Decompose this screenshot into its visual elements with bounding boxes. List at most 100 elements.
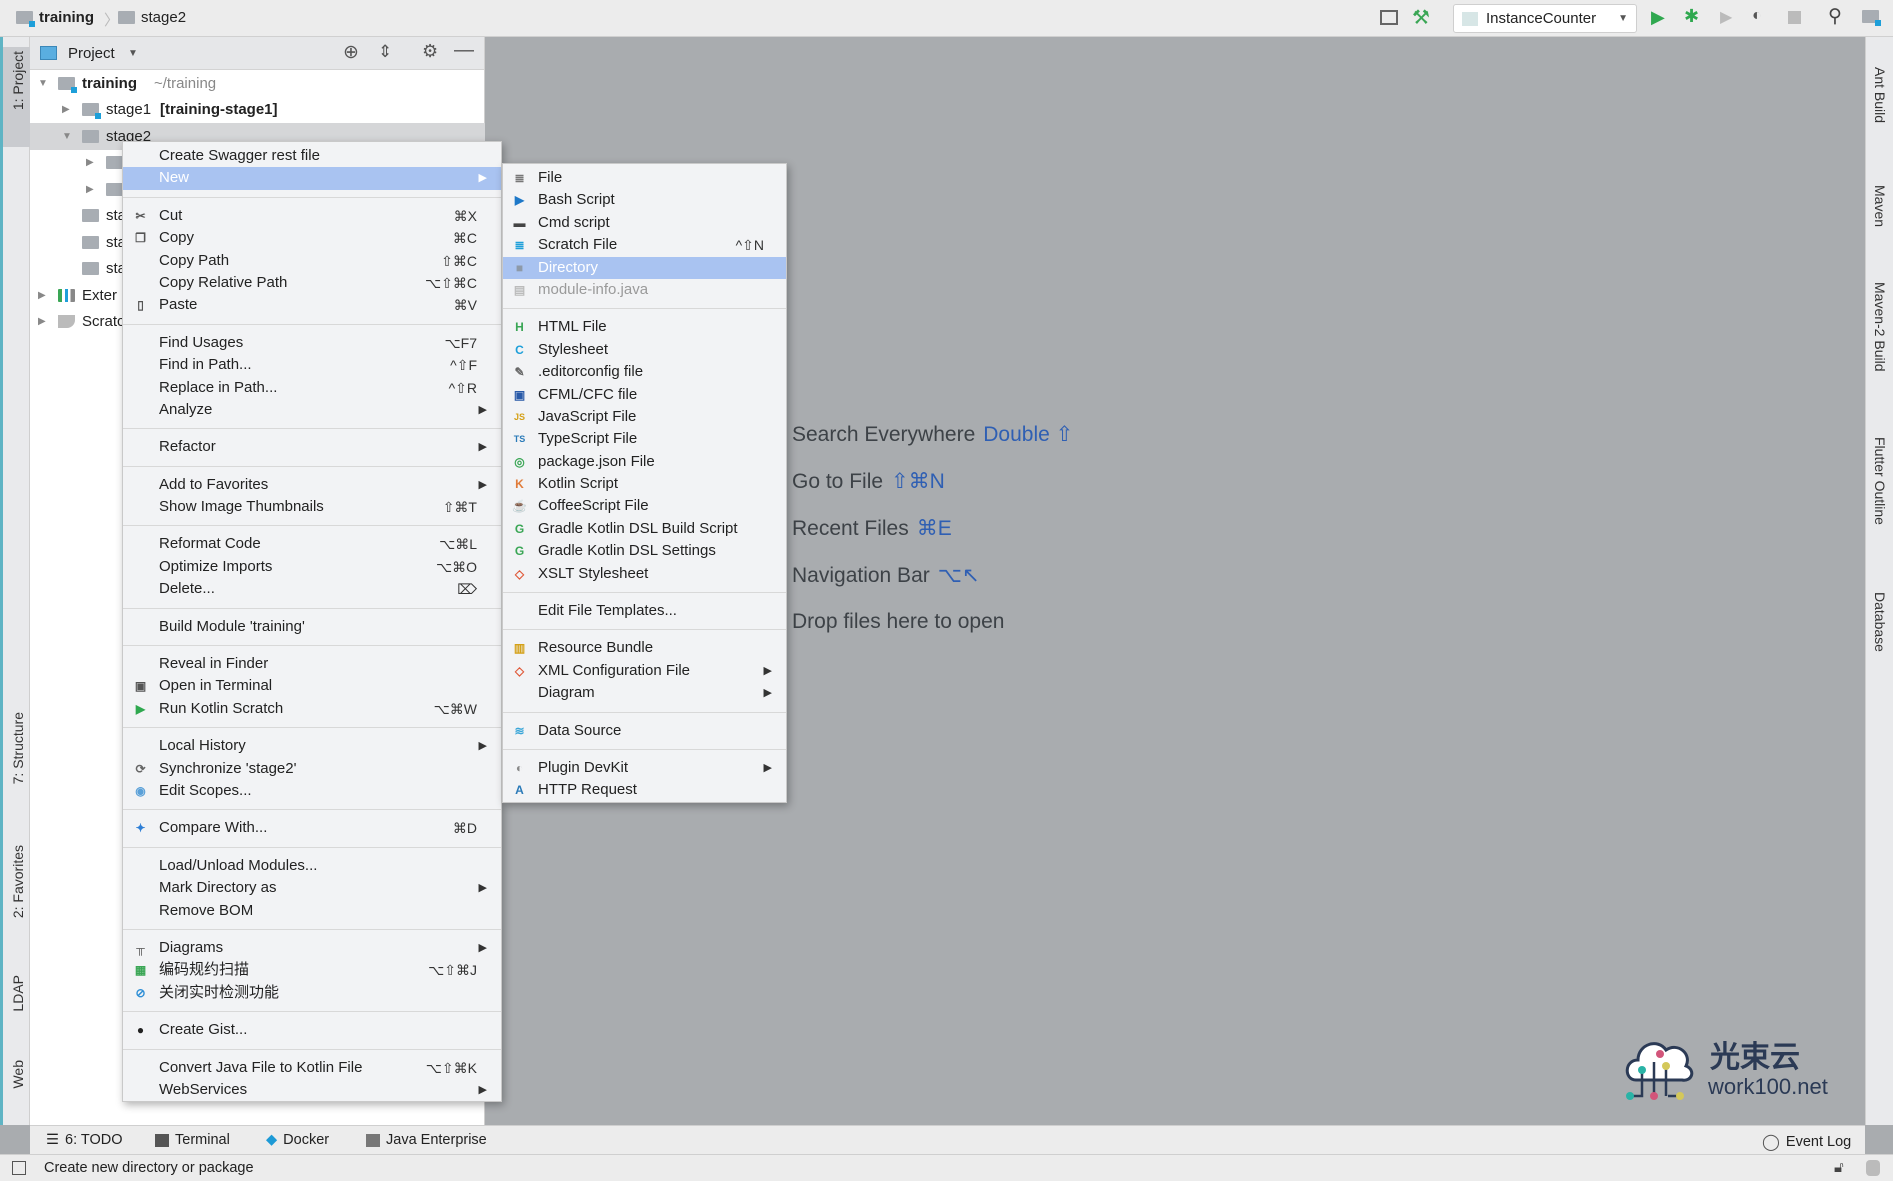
menu-item-javascript-file[interactable]: JS JavaScript File [503, 406, 786, 428]
menu-item-cut[interactable]: ✂ Cut ⌘X [123, 205, 501, 227]
inspector-icon[interactable] [1866, 1160, 1880, 1176]
menu-item-paste[interactable]: ▯ Paste ⌘V [123, 294, 501, 316]
breadcrumb-training[interactable]: training [16, 9, 94, 27]
menu-item-add-to-favorites[interactable]: Add to Favorites ▶ [123, 474, 501, 496]
menu-item-typescript-file[interactable]: TS TypeScript File [503, 428, 786, 450]
tool-project[interactable]: 1: Project [10, 51, 26, 110]
tool-flutter-outline[interactable]: Flutter Outline [1872, 437, 1888, 525]
menu-item-plugin-devkit[interactable]: ◐ Plugin DevKit ▶ [503, 757, 786, 779]
tool-terminal[interactable]: Terminal [155, 1132, 230, 1148]
run-config-select[interactable]: InstanceCounter ▼ [1453, 4, 1637, 33]
menu-item-http-request[interactable]: A HTTP Request [503, 779, 786, 801]
menu-item[interactable]: ⊘ 关闭实时检测功能 [123, 982, 501, 1004]
menu-item-open-in-terminal[interactable]: ▣ Open in Terminal [123, 675, 501, 697]
hide-panel-icon[interactable]: — [454, 39, 474, 62]
lock-icon[interactable]: 🔓︎ [1834, 1159, 1844, 1176]
event-log-button[interactable]: ◯ Event Log [1762, 1132, 1851, 1152]
menu-item-diagrams[interactable]: ╥ Diagrams ▶ [123, 937, 501, 959]
menu-item-build-module-training[interactable]: Build Module 'training' [123, 616, 501, 638]
breadcrumb-stage2[interactable]: stage2 [118, 9, 186, 26]
menu-item-cmd-script[interactable]: ▬ Cmd script [503, 212, 786, 234]
menu-item-cfml-cfc-file[interactable]: ▣ CFML/CFC file [503, 384, 786, 406]
menu-item-create-swagger-rest-file[interactable]: Create Swagger rest file [123, 145, 501, 167]
menu-item-gradle-kotlin-dsl-build-script[interactable]: G Gradle Kotlin DSL Build Script [503, 518, 786, 540]
search-icon[interactable]: ⚲ [1828, 5, 1842, 28]
collapse-all-icon[interactable]: ⇕ [378, 42, 392, 62]
tree-node[interactable]: ▼ training ~/training [30, 70, 485, 97]
menu-item[interactable]: ▦ 编码规约扫描 ⌥⇧⌘J [123, 959, 501, 981]
menu-item-analyze[interactable]: Analyze ▶ [123, 399, 501, 421]
menu-item-optimize-imports[interactable]: Optimize Imports ⌥⌘O [123, 556, 501, 578]
menu-item-xslt-stylesheet[interactable]: ◇ XSLT Stylesheet [503, 563, 786, 585]
chevron-down-icon[interactable]: ▼ [128, 48, 138, 59]
menu-item-delete[interactable]: Delete... ⌦ [123, 578, 501, 600]
tool-structure[interactable]: 7: Structure [10, 712, 26, 784]
menu-item-create-gist[interactable]: ● Create Gist... [123, 1019, 501, 1041]
project-structure-icon[interactable] [1862, 10, 1881, 27]
collapsed-arrow-icon[interactable]: ▶ [38, 316, 46, 327]
stop-icon[interactable] [1788, 11, 1801, 24]
menu-item-kotlin-script[interactable]: K Kotlin Script [503, 473, 786, 495]
debug-icon[interactable]: ✱ [1684, 6, 1699, 27]
menu-item-coffeescript-file[interactable]: ☕ CoffeeScript File [503, 495, 786, 517]
collapsed-arrow-icon[interactable]: ▶ [86, 184, 94, 195]
tool-todo[interactable]: ☰ 6: TODO [46, 1132, 122, 1148]
menu-item-module-info-java[interactable]: ▤ module-info.java [503, 279, 786, 301]
menu-item-run-kotlin-scratch[interactable]: ▶ Run Kotlin Scratch ⌥⌘W [123, 698, 501, 720]
tool-docker[interactable]: ◆ Docker [266, 1132, 329, 1148]
menu-item-diagram[interactable]: Diagram ▶ [503, 682, 786, 704]
menu-item-remove-bom[interactable]: Remove BOM [123, 900, 501, 922]
tool-web[interactable]: Web [10, 1060, 26, 1089]
menu-item-local-history[interactable]: Local History ▶ [123, 735, 501, 757]
collapsed-arrow-icon[interactable]: ▶ [86, 157, 94, 168]
menu-item-scratch-file[interactable]: ≣ Scratch File ^⇧N [503, 234, 786, 256]
menu-item-stylesheet[interactable]: C Stylesheet [503, 339, 786, 361]
tool-ldap[interactable]: LDAP [10, 975, 26, 1012]
menu-item-file[interactable]: ≣ File [503, 167, 786, 189]
menu-item-mark-directory-as[interactable]: Mark Directory as ▶ [123, 877, 501, 899]
menu-item-data-source[interactable]: ≋ Data Source [503, 720, 786, 742]
toggle-tool-windows-icon[interactable] [12, 1161, 26, 1175]
tool-database[interactable]: Database [1872, 592, 1888, 652]
menu-item-find-in-path[interactable]: Find in Path... ^⇧F [123, 354, 501, 376]
menu-item-edit-scopes[interactable]: ◉ Edit Scopes... [123, 780, 501, 802]
menu-item-reformat-code[interactable]: Reformat Code ⌥⌘L [123, 533, 501, 555]
expanded-arrow-icon[interactable]: ▼ [62, 131, 72, 142]
tool-java-enterprise[interactable]: Java Enterprise [366, 1132, 487, 1148]
tool-maven[interactable]: Maven [1872, 185, 1888, 227]
menu-item-replace-in-path[interactable]: Replace in Path... ^⇧R [123, 377, 501, 399]
menu-item-load-unload-modules[interactable]: Load/Unload Modules... [123, 855, 501, 877]
menu-item-new[interactable]: New ▶ [123, 167, 501, 190]
collapsed-arrow-icon[interactable]: ▶ [62, 104, 70, 115]
terminal-window-icon[interactable] [1380, 10, 1398, 25]
menu-item-compare-with[interactable]: ✦ Compare With... ⌘D [123, 817, 501, 839]
tool-ant-build[interactable]: Ant Build [1872, 67, 1888, 123]
run-coverage-icon[interactable]: ▶ [1720, 7, 1732, 27]
menu-item-reveal-in-finder[interactable]: Reveal in Finder [123, 653, 501, 675]
menu-item-refactor[interactable]: Refactor ▶ [123, 436, 501, 458]
menu-item-edit-file-templates[interactable]: Edit File Templates... [503, 600, 786, 622]
locate-icon[interactable]: ⊕ [343, 41, 359, 64]
menu-item-directory[interactable]: ■ Directory [503, 256, 786, 279]
menu-item-show-image-thumbnails[interactable]: Show Image Thumbnails ⇧⌘T [123, 496, 501, 518]
collapsed-arrow-icon[interactable]: ▶ [38, 290, 46, 301]
menu-item-synchronize-stage2[interactable]: ⟳ Synchronize 'stage2' [123, 758, 501, 780]
tool-maven2-build[interactable]: Maven-2 Build [1872, 282, 1888, 372]
build-hammer-icon[interactable]: ⚒ [1412, 5, 1430, 30]
project-view-select[interactable]: Project [68, 45, 115, 62]
run-icon[interactable]: ▶ [1651, 7, 1665, 28]
menu-item-copy[interactable]: ❐ Copy ⌘C [123, 227, 501, 249]
menu-item-webservices[interactable]: WebServices ▶ [123, 1079, 501, 1101]
menu-item-gradle-kotlin-dsl-settings[interactable]: G Gradle Kotlin DSL Settings [503, 540, 786, 562]
menu-item-editorconfig-file[interactable]: ✎ .editorconfig file [503, 361, 786, 383]
tool-favorites[interactable]: 2: Favorites [10, 845, 26, 918]
menu-item-copy-relative-path[interactable]: Copy Relative Path ⌥⇧⌘C [123, 272, 501, 294]
expanded-arrow-icon[interactable]: ▼ [38, 78, 48, 89]
menu-item-convert-java-file-to-kotlin-file[interactable]: Convert Java File to Kotlin File ⌥⇧⌘K [123, 1057, 501, 1079]
menu-item-package-json-file[interactable]: ◎ package.json File [503, 451, 786, 473]
menu-item-xml-configuration-file[interactable]: ◇ XML Configuration File ▶ [503, 660, 786, 682]
menu-item-copy-path[interactable]: Copy Path ⇧⌘C [123, 250, 501, 272]
tree-node[interactable]: ▶ stage1 [training-stage1] [30, 97, 485, 124]
menu-item-bash-script[interactable]: ▶ Bash Script [503, 189, 786, 211]
gear-icon[interactable]: ⚙ [422, 41, 438, 62]
